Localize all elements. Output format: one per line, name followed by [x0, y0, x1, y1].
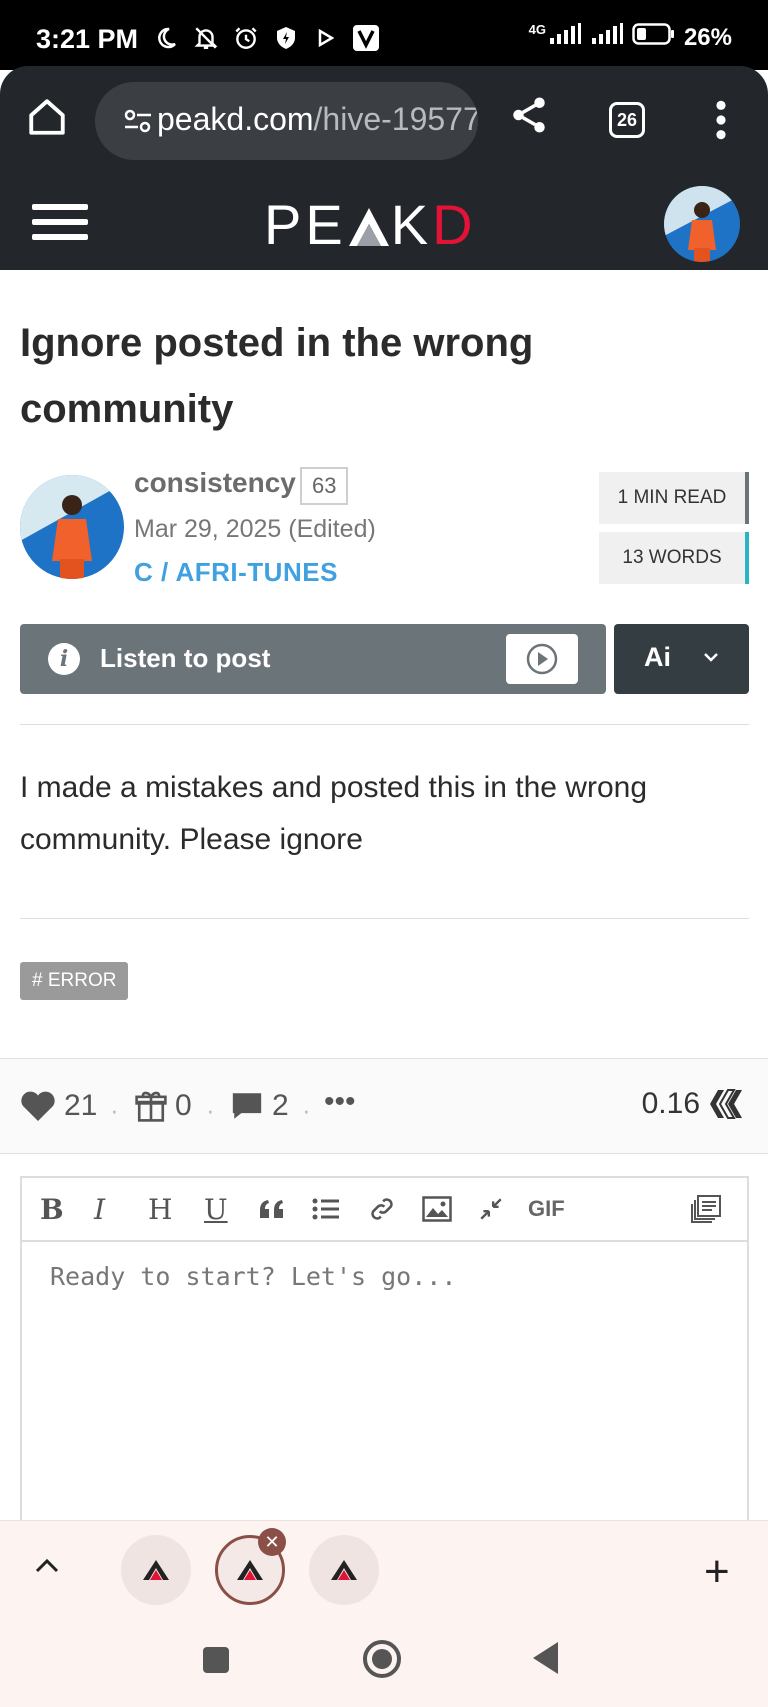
hamburger-menu-icon[interactable]	[32, 204, 88, 244]
listen-label: Listen to post	[100, 643, 271, 673]
tab-thumbnail[interactable]	[309, 1535, 379, 1605]
underline-button[interactable]: U	[204, 1192, 228, 1226]
peakd-logo[interactable]: PE KD	[264, 192, 477, 257]
tag-error[interactable]: # ERROR	[20, 962, 129, 1000]
author-name[interactable]: consistency	[134, 467, 296, 499]
shield-icon	[272, 24, 300, 52]
comments-button[interactable]: 2	[230, 1089, 289, 1123]
gift-icon	[135, 1091, 167, 1122]
logo-a-mark	[348, 208, 389, 246]
url-host: peakd.com	[157, 101, 314, 137]
read-time-badge: 1 MIN READ	[599, 472, 749, 524]
play-circle-icon	[526, 643, 558, 675]
play-button[interactable]	[506, 634, 578, 684]
divider	[20, 918, 749, 919]
comment-input[interactable]: Ready to start? Let's go...	[50, 1262, 456, 1291]
image-icon[interactable]	[422, 1192, 452, 1226]
post-body: I made a mistakes and posted this in the…	[20, 771, 648, 856]
recents-icon[interactable]	[200, 1644, 232, 1681]
chevron-down-icon	[702, 650, 720, 669]
post-date: Mar 29, 2025 (Edited)	[134, 515, 376, 543]
status-bar: 3:21 PM 4G 26%	[0, 0, 768, 70]
more-dots: •••	[324, 1085, 356, 1118]
comment-editor: B I H U GIF Ready to start? Let's go...	[20, 1176, 749, 1536]
gif-button[interactable]: GIF	[528, 1192, 565, 1226]
url-text[interactable]: peakd.com/hive-19577	[157, 101, 478, 138]
browser-toolbar: peakd.com/hive-19577 26	[0, 66, 768, 178]
tabs-icon[interactable]: 26	[609, 102, 645, 138]
post-title: Ignore posted in the wrong community	[20, 321, 534, 431]
logo-pe: PE	[264, 193, 347, 256]
separator: ·	[302, 1095, 311, 1125]
alarm-icon	[232, 24, 260, 52]
reputation-badge: 63	[300, 467, 349, 505]
community-link[interactable]: C / AFRI-TUNES	[134, 557, 338, 588]
gift-count: 0	[175, 1089, 192, 1122]
comment-count: 2	[272, 1089, 289, 1122]
logo-d: D	[432, 193, 477, 256]
signal-icon	[548, 22, 582, 53]
heart-icon	[21, 1091, 55, 1121]
editor-toolbar: B I H U GIF	[22, 1178, 747, 1242]
network-label: 4G	[528, 22, 546, 37]
close-tab-icon[interactable]: ✕	[258, 1528, 286, 1556]
ai-dropdown-button[interactable]: Ai	[614, 624, 749, 694]
italic-button[interactable]: I	[94, 1192, 105, 1226]
comment-icon	[232, 1093, 262, 1119]
word-count-badge: 13 WORDS	[599, 532, 749, 584]
wifi-signal-icon	[590, 22, 624, 53]
site-settings-icon[interactable]	[123, 106, 153, 141]
back-icon[interactable]	[530, 1640, 562, 1681]
gift-button[interactable]: 0	[135, 1089, 192, 1123]
status-time: 3:21 PM	[36, 24, 139, 54]
ai-label: Ai	[644, 642, 671, 672]
payout-amount: 0.16	[641, 1087, 700, 1120]
upvote-button[interactable]: 21	[20, 1089, 97, 1123]
user-avatar[interactable]	[664, 186, 740, 262]
battery-level: 26%	[683, 23, 732, 51]
more-vert-icon[interactable]	[710, 98, 732, 147]
status-right: 4G 26%	[529, 22, 732, 53]
share-icon[interactable]	[508, 94, 550, 141]
logo-k: K	[390, 193, 433, 256]
system-nav-bar	[0, 1622, 768, 1707]
divider	[20, 724, 749, 725]
chevron-up-icon[interactable]	[34, 1557, 60, 1580]
collapse-icon[interactable]	[478, 1192, 504, 1226]
site-header: PE KD	[0, 178, 768, 270]
quote-icon[interactable]	[258, 1192, 286, 1226]
tab-thumbnail[interactable]	[121, 1535, 191, 1605]
payout-value[interactable]: 0.16	[642, 1087, 744, 1121]
status-icons	[152, 24, 380, 52]
templates-icon[interactable]	[690, 1192, 722, 1226]
listen-to-post-bar[interactable]: i Listen to post	[20, 624, 606, 694]
peakd-favicon-icon	[143, 1560, 169, 1580]
list-icon[interactable]	[312, 1192, 340, 1226]
battery-icon	[632, 22, 676, 53]
vote-count: 21	[64, 1089, 98, 1122]
separator: ·	[110, 1095, 119, 1125]
url-path: /hive-19577	[313, 101, 478, 137]
home-icon[interactable]	[26, 96, 68, 143]
v-app-icon	[352, 24, 380, 52]
hive-logo-icon	[710, 1089, 742, 1119]
bold-button[interactable]: B	[40, 1192, 64, 1226]
moon-icon	[152, 24, 180, 52]
more-actions-button[interactable]: •••	[324, 1085, 356, 1119]
browser-tab-strip: ✕ +	[0, 1520, 768, 1622]
post-actions: 21 · 0 · 2 · ••• 0.16	[0, 1058, 768, 1154]
bell-off-icon	[192, 24, 220, 52]
heading-button[interactable]: H	[148, 1192, 172, 1226]
link-icon[interactable]	[368, 1192, 396, 1226]
info-icon: i	[48, 643, 80, 675]
home-nav-icon[interactable]	[361, 1638, 403, 1685]
peakd-favicon-icon	[331, 1560, 357, 1580]
author-avatar[interactable]	[20, 475, 124, 579]
play-icon	[312, 24, 340, 52]
peakd-favicon-icon	[237, 1560, 263, 1580]
address-bar[interactable]: peakd.com/hive-19577	[95, 82, 478, 160]
new-tab-button[interactable]: +	[704, 1547, 730, 1597]
separator: ·	[206, 1095, 215, 1125]
